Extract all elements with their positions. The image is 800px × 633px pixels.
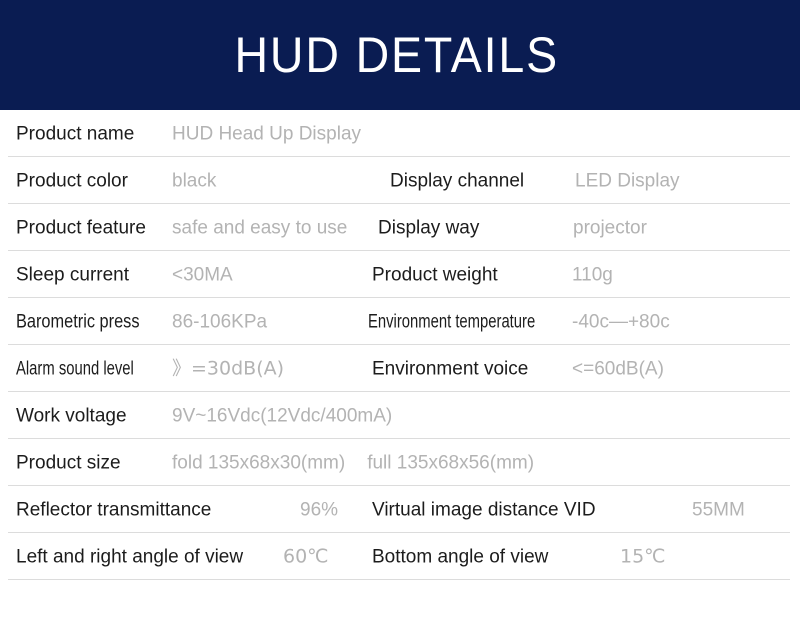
table-row: Product name HUD Head Up Display (0, 110, 800, 157)
spec-label-bottom-angle-of-view: Bottom angle of view (372, 546, 549, 567)
spec-value-product-size-full: full 135x68x56(mm) (367, 452, 535, 473)
spec-value-reflector-transmittance: 96% (300, 499, 339, 520)
hud-details-page: HUD DETAILS Product name HUD Head Up Dis… (0, 0, 800, 633)
spec-value-display-way: projector (573, 217, 647, 238)
spec-value-work-voltage: 9V~16Vdc(12Vdc/400mA) (172, 405, 393, 426)
table-row: Sleep current <30MA Product weight 110g (0, 251, 800, 298)
spec-value-barometric-press: 86-106KPa (172, 311, 268, 332)
spec-label-product-size: Product size (16, 452, 121, 473)
spec-value-product-weight: 110g (572, 264, 613, 285)
spec-label-product-weight: Product weight (372, 264, 498, 285)
table-row: Product feature safe and easy to use Dis… (0, 204, 800, 251)
spec-label-work-voltage: Work voltage (16, 405, 127, 426)
spec-value-bottom-angle-of-view: 15℃ (620, 545, 666, 567)
spec-label-sleep-current: Sleep current (16, 264, 130, 285)
spec-value-alarm-sound-level: 》=30dB(A) (172, 357, 285, 379)
table-row: Product size fold 135x68x30(mm) full 135x… (0, 439, 800, 486)
spec-value-environment-temperature: -40c—+80c (572, 311, 670, 332)
spec-label-virtual-image-distance: Virtual image distance VID (372, 499, 596, 520)
table-row: Work voltage 9V~16Vdc(12Vdc/400mA) (0, 392, 800, 439)
spec-value-display-channel: LED Display (575, 170, 680, 191)
spec-label-barometric-press: Barometric press (16, 311, 140, 332)
table-row: Reflector transmittance 96% Virtual imag… (0, 486, 800, 533)
spec-value-product-color: black (172, 170, 217, 191)
spec-label-left-right-angle-of-view: Left and right angle of view (16, 546, 244, 567)
spec-value-left-right-angle-of-view: 60℃ (283, 545, 329, 567)
page-header-banner: HUD DETAILS (0, 0, 800, 110)
spec-label-reflector-transmittance: Reflector transmittance (16, 499, 212, 520)
spec-label-environment-voice: Environment voice (372, 358, 529, 379)
table-row: Barometric press 86-106KPa Environment t… (0, 298, 800, 345)
spec-value-product-size-fold: fold 135x68x30(mm) (172, 452, 346, 473)
spec-label-product-feature: Product feature (16, 217, 146, 238)
spec-value-product-feature: safe and easy to use (172, 217, 348, 238)
spec-label-display-channel: Display channel (390, 170, 525, 191)
spec-value-product-size: fold 135x68x30(mm) full 135x68x56(mm) (172, 453, 534, 472)
spec-value-virtual-image-distance: 55MM (692, 499, 745, 520)
page-title: HUD DETAILS (234, 27, 559, 83)
spec-label-product-color: Product color (16, 170, 128, 191)
spec-label-product-name: Product name (16, 123, 135, 144)
spec-value-product-name: HUD Head Up Display (172, 123, 362, 144)
table-row: Product color black Display channel LED … (0, 157, 800, 204)
spec-label-environment-temperature: Environment temperature (368, 311, 536, 332)
spec-label-alarm-sound-level: Alarm sound level (16, 358, 134, 379)
table-row: Left and right angle of view 60℃ Bottom … (0, 533, 800, 580)
spec-table: Product name HUD Head Up Display Product… (0, 110, 800, 580)
spec-value-environment-voice: <=60dB(A) (572, 358, 664, 379)
table-row: Alarm sound level 》=30dB(A) Environment … (0, 345, 800, 392)
spec-label-display-way: Display way (378, 217, 480, 238)
spec-value-sleep-current: <30MA (172, 264, 233, 285)
